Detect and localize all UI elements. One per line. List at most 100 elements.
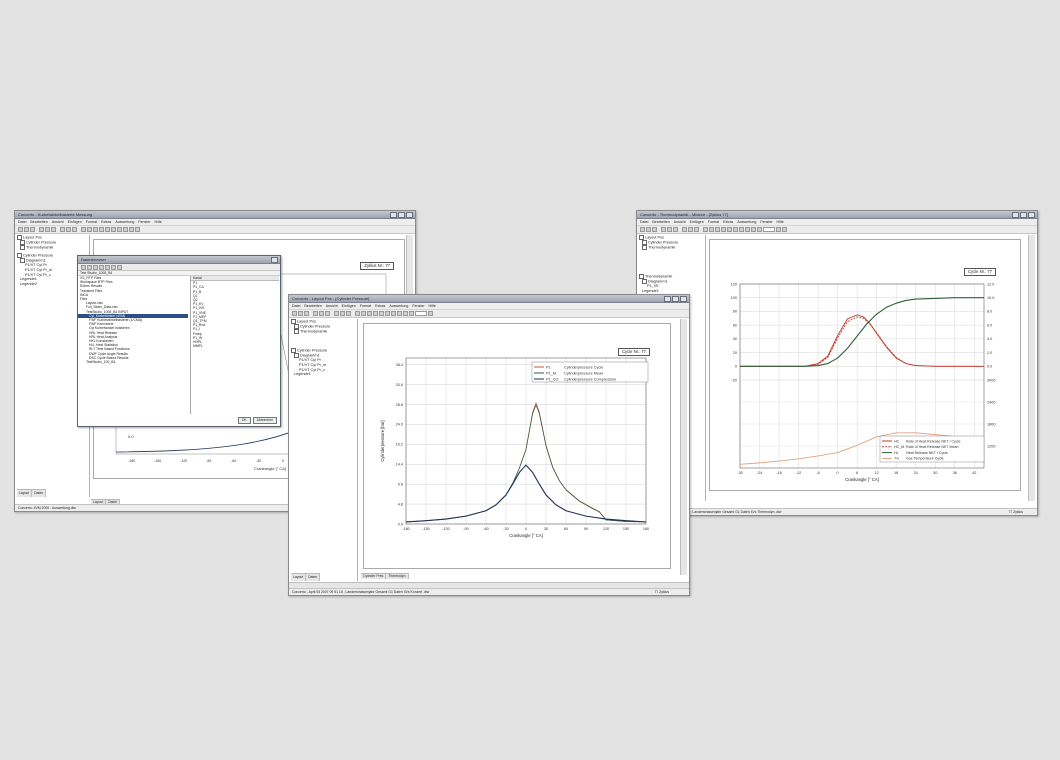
zoom-out-icon[interactable] [361, 311, 366, 316]
search-icon[interactable] [776, 227, 781, 232]
tab-cylinder-pres[interactable]: Cylinder Pres [361, 574, 387, 579]
magnify-icon[interactable] [782, 227, 787, 232]
tab-daten[interactable]: Daten [32, 490, 47, 497]
rect-icon[interactable] [379, 311, 384, 316]
maximize-icon[interactable] [672, 296, 679, 302]
channel-item[interactable]: MMPL [191, 344, 279, 348]
tab-daten[interactable]: Daten [306, 574, 321, 581]
menu-item[interactable]: Fenster [138, 220, 150, 224]
properties-icon[interactable] [117, 264, 122, 270]
save-icon[interactable] [304, 311, 309, 316]
menu-item[interactable]: Ansicht [674, 220, 686, 224]
table-icon[interactable] [397, 311, 402, 316]
redo-icon[interactable] [694, 227, 699, 232]
copy-icon[interactable] [45, 227, 50, 232]
table-icon[interactable] [123, 227, 128, 232]
refresh-icon[interactable] [93, 264, 98, 270]
legend-icon[interactable] [403, 311, 408, 316]
zoom-select-icon[interactable] [763, 227, 775, 232]
tab-layout[interactable]: Layout [17, 490, 33, 497]
menu-item[interactable]: Hilfe [155, 220, 162, 224]
menu-item[interactable]: Datei [18, 220, 26, 224]
menu-item[interactable]: Ansicht [326, 304, 338, 308]
rect-icon[interactable] [727, 227, 732, 232]
grid-icon[interactable] [135, 227, 140, 232]
zoom-out-icon[interactable] [87, 227, 92, 232]
text-icon[interactable] [111, 227, 116, 232]
undo-icon[interactable] [340, 311, 345, 316]
menu-item[interactable]: Auswertung [737, 220, 756, 224]
menu-item[interactable]: Auswertung [389, 304, 408, 308]
tree-item[interactable]: Legende1 [639, 289, 705, 294]
line-icon[interactable] [373, 311, 378, 316]
print-icon[interactable] [334, 311, 339, 316]
menu-item[interactable]: Format [708, 220, 719, 224]
maximize-icon[interactable] [398, 212, 405, 218]
redo-icon[interactable] [346, 311, 351, 316]
cut-icon[interactable] [313, 311, 318, 316]
menu-item[interactable]: Bearbeiten [30, 220, 47, 224]
menu-item[interactable]: Extras [101, 220, 111, 224]
zoom-in-icon[interactable] [81, 227, 86, 232]
chart-icon[interactable] [739, 227, 744, 232]
line-icon[interactable] [721, 227, 726, 232]
cursor-icon[interactable] [367, 311, 372, 316]
paste-icon[interactable] [325, 311, 330, 316]
menu-item[interactable]: Ansicht [52, 220, 64, 224]
close-icon[interactable] [406, 212, 413, 218]
print-icon[interactable] [682, 227, 687, 232]
search-icon[interactable] [428, 311, 433, 316]
new-icon[interactable] [640, 227, 645, 232]
undo-icon[interactable] [66, 227, 71, 232]
zoom-in-icon[interactable] [703, 227, 708, 232]
cut-icon[interactable] [39, 227, 44, 232]
cursor-icon[interactable] [715, 227, 720, 232]
grid-icon[interactable] [409, 311, 414, 316]
print-icon[interactable] [60, 227, 65, 232]
open-icon[interactable] [24, 227, 29, 232]
menu-item[interactable]: Extras [723, 220, 733, 224]
undo-icon[interactable] [688, 227, 693, 232]
rect-icon[interactable] [105, 227, 110, 232]
legend-icon[interactable] [751, 227, 756, 232]
line-icon[interactable] [99, 227, 104, 232]
close-icon[interactable] [271, 257, 278, 263]
open-icon[interactable] [298, 311, 303, 316]
redo-icon[interactable] [72, 227, 77, 232]
close-icon[interactable] [1028, 212, 1035, 218]
save-icon[interactable] [652, 227, 657, 232]
new-icon[interactable] [292, 311, 297, 316]
legend-icon[interactable] [129, 227, 134, 232]
menu-item[interactable]: Bearbeiten [304, 304, 321, 308]
zoom-select-icon[interactable] [415, 311, 427, 316]
back-icon[interactable] [81, 264, 86, 270]
cut-icon[interactable] [661, 227, 666, 232]
menu-item[interactable]: Format [86, 220, 97, 224]
tree-item[interactable]: Legende1 [291, 372, 357, 377]
maximize-icon[interactable] [1020, 212, 1027, 218]
zoom-out-icon[interactable] [709, 227, 714, 232]
text-icon[interactable] [385, 311, 390, 316]
cursor-icon[interactable] [93, 227, 98, 232]
menu-item[interactable]: Fenster [412, 304, 424, 308]
cancel-button[interactable]: Abbrechen [252, 417, 277, 424]
paste-icon[interactable] [673, 227, 678, 232]
copy-icon[interactable] [319, 311, 324, 316]
copy-icon[interactable] [667, 227, 672, 232]
open-icon[interactable] [646, 227, 651, 232]
minimize-icon[interactable] [390, 212, 397, 218]
tab-thermodyn[interactable]: Thermodyn [386, 574, 409, 579]
center-vertical-scrollbar[interactable] [680, 319, 687, 575]
close-icon[interactable] [680, 296, 687, 302]
new-icon[interactable] [18, 227, 23, 232]
menu-item[interactable]: Bearbeiten [652, 220, 669, 224]
ok-button[interactable]: OK [237, 417, 251, 424]
zoom-in-icon[interactable] [355, 311, 360, 316]
menu-item[interactable]: Format [360, 304, 371, 308]
menu-item[interactable]: Auswertung [115, 220, 134, 224]
tab-layout[interactable]: Layout [291, 574, 307, 581]
menu-item[interactable]: Einfügen [68, 220, 82, 224]
menu-item[interactable]: Einfügen [342, 304, 356, 308]
chart-icon[interactable] [117, 227, 122, 232]
menu-item[interactable]: Extras [375, 304, 385, 308]
